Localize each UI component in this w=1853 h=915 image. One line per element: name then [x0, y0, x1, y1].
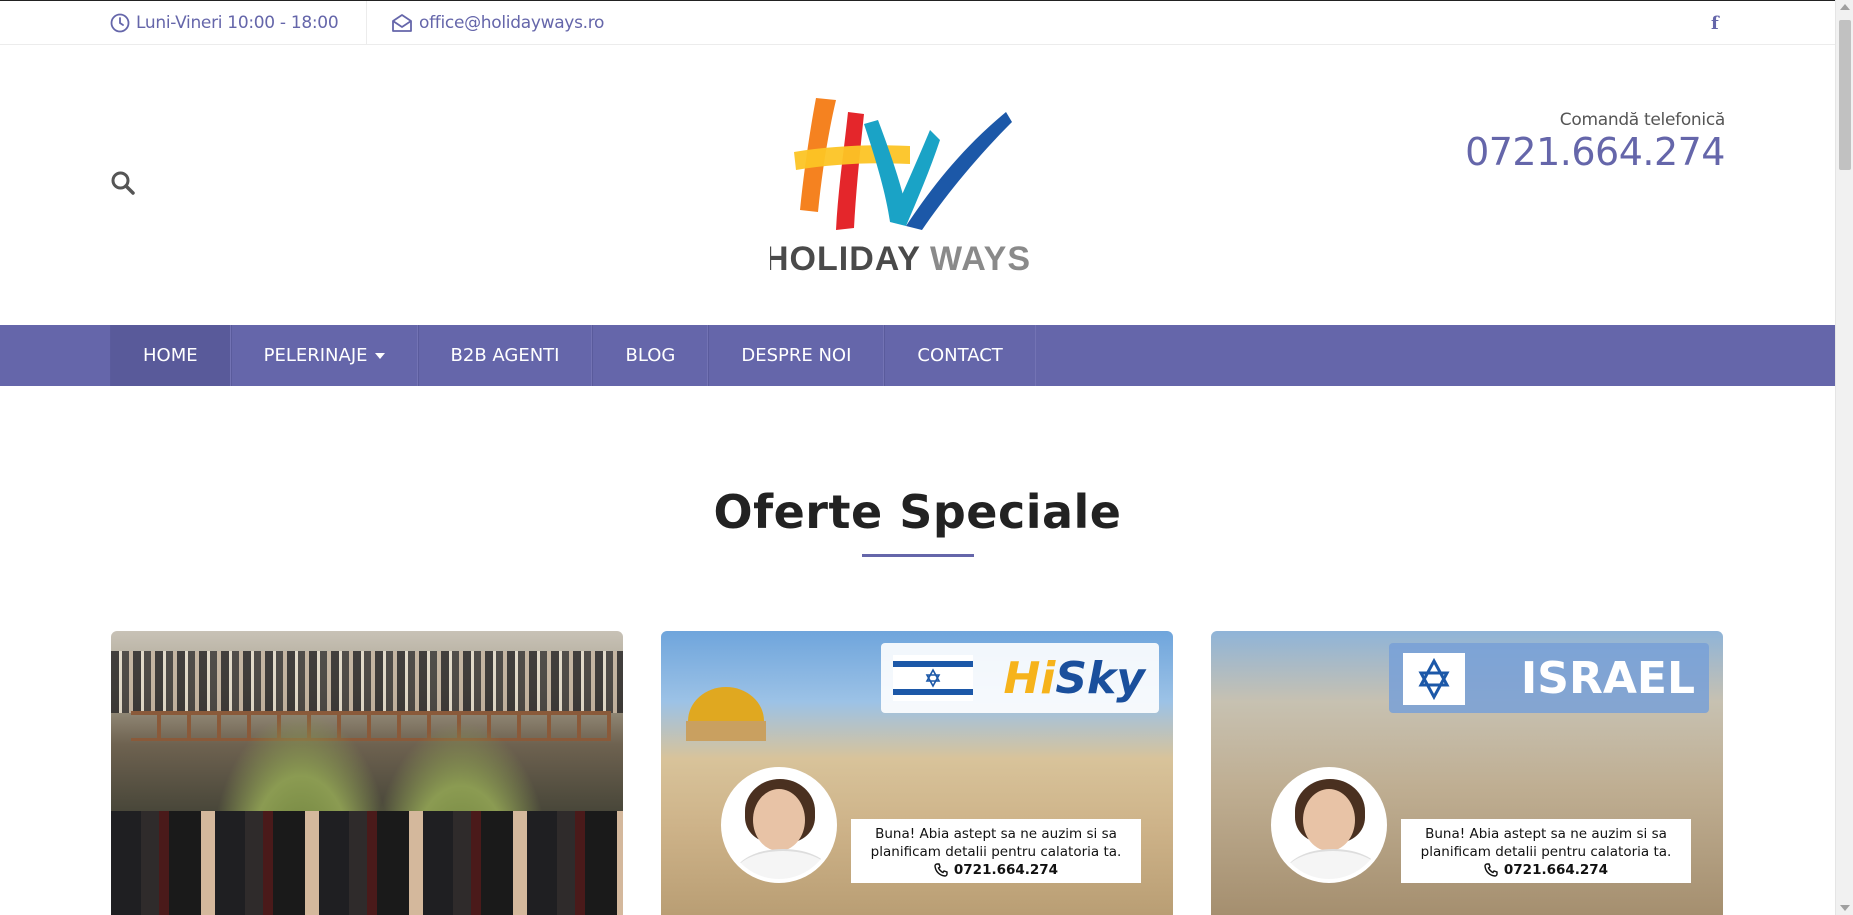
- business-hours: Luni-Vineri 10:00 - 18:00: [110, 1, 339, 45]
- nav-label[interactable]: DESPRE NOI: [741, 345, 851, 366]
- message-phone: 0721.664.274: [1409, 861, 1683, 879]
- caret-down-icon: [374, 352, 385, 359]
- facebook-icon[interactable]: f: [1711, 1, 1719, 45]
- star-of-david-icon: [1403, 653, 1465, 705]
- envelope-icon: [392, 14, 412, 32]
- phone-icon: [1484, 863, 1498, 877]
- hisky-banner: HiSky: [881, 643, 1159, 713]
- topbar-divider: [366, 1, 367, 45]
- scroll-up-arrow-icon[interactable]: [1840, 4, 1850, 10]
- offer-card[interactable]: HiSky Buna! Abia astept sa ne auzim si s…: [661, 631, 1173, 915]
- photo-crowd: [111, 651, 623, 713]
- phone-order-label: Comandă telefonică: [1559, 110, 1726, 130]
- holidayways-logo[interactable]: HOLIDAY WAYS: [764, 90, 1042, 280]
- nav-item-b2b-agenti[interactable]: B2B AGENTI: [417, 325, 593, 386]
- phone-number[interactable]: 0721.664.274: [1465, 130, 1725, 174]
- agent-avatar: [1271, 767, 1387, 883]
- hisky-logo-text: HiSky: [1003, 653, 1145, 704]
- search-icon: [111, 171, 135, 195]
- israel-banner: ISRAEL: [1389, 643, 1709, 713]
- main-nav: HOME PELERINAJE B2B AGENTI BLOG DESPRE N…: [0, 325, 1835, 386]
- scrollbar-thumb[interactable]: [1839, 20, 1851, 170]
- nav-item-contact[interactable]: CONTACT: [884, 325, 1036, 386]
- message-phone-number: 0721.664.274: [1503, 862, 1609, 878]
- email-link[interactable]: office@holidayways.ro: [391, 1, 604, 45]
- agent-message: Buna! Abia astept sa ne auzim si sa plan…: [1401, 819, 1691, 883]
- offer-card[interactable]: ISRAEL Buna! Abia astept sa ne auzim si …: [1211, 631, 1723, 915]
- israel-banner-text: ISRAEL: [1520, 652, 1695, 704]
- nav-label[interactable]: B2B AGENTI: [451, 345, 560, 366]
- hours-text: Luni-Vineri 10:00 - 18:00: [136, 13, 339, 33]
- offer-card[interactable]: [111, 631, 623, 915]
- message-text: Buna! Abia astept sa ne auzim si sa plan…: [1420, 826, 1672, 860]
- email-text[interactable]: office@holidayways.ro: [419, 13, 604, 33]
- top-bar: Luni-Vineri 10:00 - 18:00 office@holiday…: [0, 0, 1835, 45]
- scroll-down-arrow-icon[interactable]: [1840, 905, 1850, 911]
- page-scrollbar[interactable]: [1835, 0, 1853, 915]
- logo-text-ways: WAYS: [930, 240, 1031, 278]
- nav-label[interactable]: HOME: [143, 345, 198, 366]
- clock-icon: [110, 13, 130, 33]
- message-phone: 0721.664.274: [859, 861, 1133, 879]
- agent-message: Buna! Abia astept sa ne auzim si sa plan…: [851, 819, 1141, 883]
- message-text: Buna! Abia astept sa ne auzim si sa plan…: [870, 826, 1122, 860]
- photo-fence: [131, 711, 611, 741]
- hisky-sky: Sky: [1055, 652, 1145, 704]
- agent-avatar: [721, 767, 837, 883]
- nav-label[interactable]: PELERINAJE: [264, 345, 368, 366]
- phone-icon: [934, 863, 948, 877]
- nav-label[interactable]: BLOG: [625, 345, 675, 366]
- nav-label[interactable]: CONTACT: [917, 345, 1002, 366]
- nav-item-pelerinaje[interactable]: PELERINAJE: [230, 325, 418, 386]
- nav-item-home[interactable]: HOME: [110, 325, 231, 386]
- page: Luni-Vineri 10:00 - 18:00 office@holiday…: [0, 0, 1835, 915]
- logo-text-holiday: HOLIDAY: [770, 240, 921, 278]
- title-underline: [862, 554, 974, 557]
- message-phone-number: 0721.664.274: [953, 862, 1059, 878]
- nav-item-blog[interactable]: BLOG: [592, 325, 709, 386]
- hisky-hi: Hi: [1003, 652, 1056, 704]
- photo-people: [111, 811, 623, 915]
- nav-item-despre-noi[interactable]: DESPRE NOI: [708, 325, 885, 386]
- israel-flag-icon: [893, 655, 973, 701]
- search-button[interactable]: [110, 170, 136, 196]
- dome-illustration: [686, 687, 766, 741]
- section-title: Oferte Speciale: [713, 485, 1122, 539]
- logo-mark: HOLIDAY WAYS: [764, 98, 1031, 278]
